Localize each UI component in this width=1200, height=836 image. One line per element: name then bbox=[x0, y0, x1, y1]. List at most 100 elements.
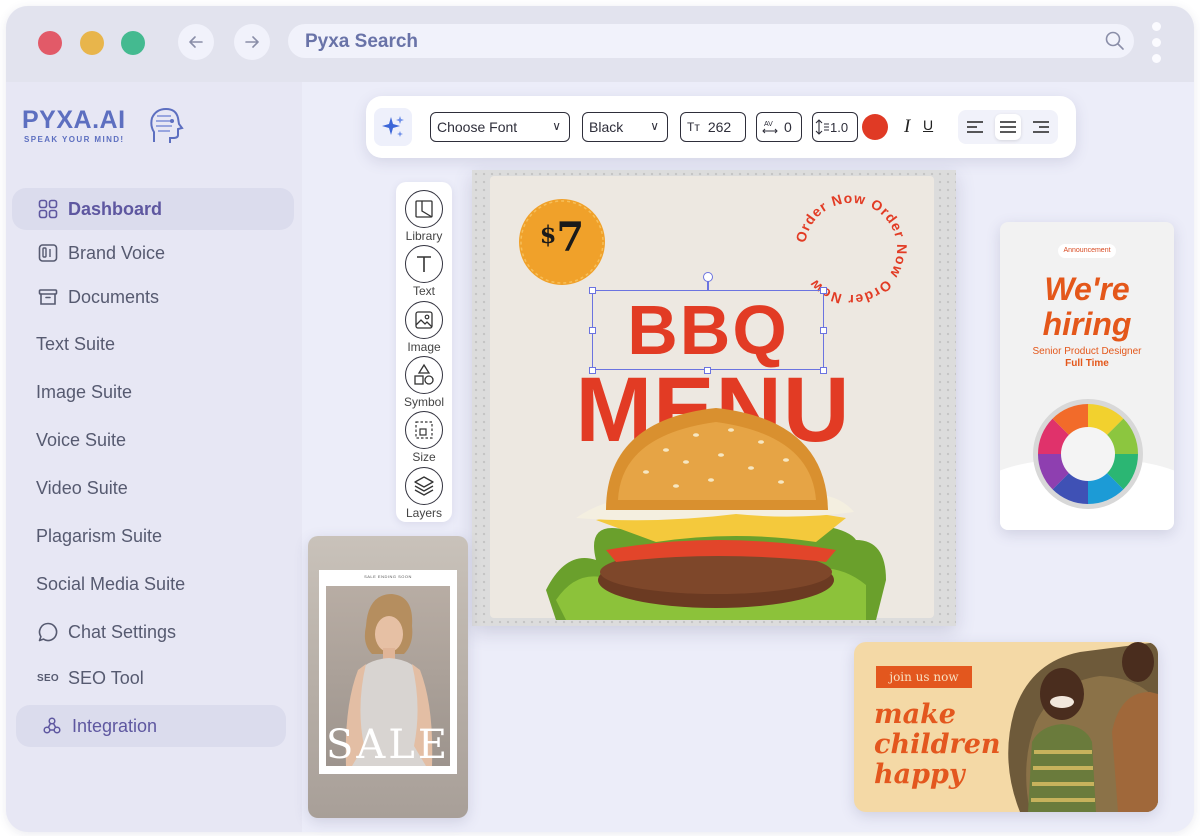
color-name-select[interactable]: Black ∨ bbox=[582, 112, 668, 142]
sidebar-item-integration[interactable]: Integration bbox=[16, 705, 286, 747]
sidebar-item-label: Image Suite bbox=[36, 381, 133, 402]
price-currency: $ bbox=[539, 220, 557, 249]
address-bar-text: Pyxa Search bbox=[305, 31, 419, 52]
back-button[interactable] bbox=[178, 24, 214, 60]
minimize-window-dot[interactable] bbox=[80, 31, 104, 55]
arrow-right-icon bbox=[245, 36, 259, 48]
text-size-field[interactable]: Tт 262 bbox=[680, 112, 746, 142]
forward-button[interactable] bbox=[234, 24, 270, 60]
tool-layers[interactable]: Layers bbox=[396, 465, 452, 521]
sidebar-item-label: Plagarism Suite bbox=[36, 525, 163, 546]
brand-voice-icon bbox=[36, 241, 60, 265]
price-value: 7 bbox=[556, 214, 585, 261]
line-height-value: 1.0 bbox=[830, 119, 849, 135]
template-card-hiring[interactable]: Announcement We're hiring Senior Product… bbox=[1000, 222, 1174, 530]
sidebar-item-image-suite[interactable]: Image Suite bbox=[12, 371, 294, 413]
sidebar-item-video-suite[interactable]: Video Suite bbox=[12, 467, 294, 509]
sidebar: PYXA.AI SPEAK YOUR MIND! Dashboard Brand… bbox=[6, 82, 302, 832]
sidebar-item-voice-suite[interactable]: Voice Suite bbox=[12, 419, 294, 461]
hiring-title-line2: hiring bbox=[1042, 306, 1132, 342]
close-window-dot[interactable] bbox=[38, 31, 62, 55]
align-right-button[interactable] bbox=[1028, 114, 1054, 140]
text-size-icon: Tт bbox=[687, 120, 700, 134]
align-center-button[interactable] bbox=[995, 114, 1021, 140]
tool-symbol[interactable]: Symbol bbox=[396, 354, 452, 410]
magic-sparkle-button[interactable] bbox=[374, 108, 412, 146]
search-icon[interactable] bbox=[1104, 30, 1126, 52]
tool-label: Symbol bbox=[403, 395, 444, 409]
sidebar-item-label: Chat Settings bbox=[68, 621, 177, 642]
burger-image[interactable] bbox=[536, 400, 896, 620]
tool-label: Text bbox=[412, 284, 435, 298]
chevron-down-icon: ∨ bbox=[650, 119, 659, 133]
letter-spacing-value: 0 bbox=[784, 119, 792, 135]
sidebar-item-brand-voice[interactable]: Brand Voice bbox=[12, 232, 294, 274]
maximize-window-dot[interactable] bbox=[121, 31, 145, 55]
resize-handle[interactable] bbox=[589, 327, 596, 334]
address-bar[interactable]: Pyxa Search bbox=[288, 24, 1134, 58]
join-line1: make bbox=[874, 699, 956, 730]
sidebar-item-chat-settings[interactable]: Chat Settings bbox=[12, 611, 294, 653]
resize-icon bbox=[415, 421, 433, 439]
chat-icon bbox=[36, 620, 60, 644]
arrow-left-icon bbox=[189, 36, 203, 48]
price-label[interactable]: $7 bbox=[518, 214, 606, 261]
color-wheel-image bbox=[1033, 399, 1143, 509]
sidebar-item-label: Integration bbox=[72, 715, 158, 736]
more-options-icon[interactable] bbox=[1152, 22, 1162, 66]
svg-text:AV: AV bbox=[764, 121, 773, 128]
sidebar-item-social-media-suite[interactable]: Social Media Suite bbox=[12, 563, 294, 605]
sparkle-icon bbox=[382, 116, 404, 137]
template-card-join-us[interactable]: join us now make children happy bbox=[854, 642, 1158, 812]
pyxa-logo[interactable]: PYXA.AI SPEAK YOUR MIND! bbox=[22, 106, 192, 152]
align-left-icon bbox=[967, 121, 983, 133]
integration-icon bbox=[40, 714, 64, 738]
sidebar-item-dashboard[interactable]: Dashboard bbox=[12, 188, 294, 230]
underline-button[interactable]: U bbox=[923, 117, 933, 133]
template-card-sale[interactable]: SALE ENDING SOON SALE bbox=[308, 536, 468, 818]
tool-label: Library bbox=[405, 229, 443, 243]
rotate-handle[interactable] bbox=[703, 272, 713, 282]
selection-box bbox=[592, 290, 824, 370]
hiring-title-line1: We're bbox=[1044, 271, 1130, 307]
tool-size[interactable]: Size bbox=[396, 409, 452, 465]
announcement-badge: Announcement bbox=[1058, 244, 1116, 258]
robot-head-icon bbox=[150, 107, 184, 143]
font-select[interactable]: Choose Font ∨ bbox=[430, 112, 570, 142]
sidebar-item-label: Text Suite bbox=[36, 333, 116, 354]
align-center-icon bbox=[1000, 121, 1016, 133]
sidebar-item-label: Voice Suite bbox=[36, 429, 127, 450]
archive-icon bbox=[36, 285, 60, 309]
join-us-tag: join us now bbox=[876, 666, 972, 688]
tool-image[interactable]: Image bbox=[396, 299, 452, 355]
italic-button[interactable]: I bbox=[904, 116, 910, 138]
resize-handle[interactable] bbox=[820, 327, 827, 334]
children-photo bbox=[1008, 642, 1158, 812]
sale-word: SALE bbox=[325, 722, 451, 768]
sidebar-item-label: SEO Tool bbox=[68, 667, 144, 688]
resize-handle[interactable] bbox=[820, 287, 827, 294]
line-height-icon bbox=[815, 119, 829, 135]
text-size-value: 262 bbox=[707, 119, 732, 135]
align-left-button[interactable] bbox=[962, 114, 988, 140]
seo-icon: SEO bbox=[36, 672, 60, 684]
text-color-swatch[interactable] bbox=[862, 114, 888, 140]
hiring-role: Senior Product Designer bbox=[1032, 346, 1142, 357]
tool-library[interactable]: Library bbox=[396, 188, 452, 244]
letter-spacing-icon: AV bbox=[762, 121, 778, 134]
sale-top-text: SALE ENDING SOON bbox=[364, 574, 412, 579]
logo-tagline: SPEAK YOUR MIND! bbox=[24, 135, 125, 144]
sidebar-item-documents[interactable]: Documents bbox=[12, 276, 294, 318]
tool-text[interactable]: Text bbox=[396, 243, 452, 299]
resize-handle[interactable] bbox=[589, 287, 596, 294]
sidebar-item-plagarism-suite[interactable]: Plagarism Suite bbox=[12, 515, 294, 557]
letter-spacing-field[interactable]: AV 0 bbox=[756, 112, 802, 142]
chevron-down-icon: ∨ bbox=[552, 119, 561, 133]
font-select-value: Choose Font bbox=[437, 119, 518, 135]
text-icon bbox=[417, 256, 431, 272]
sidebar-item-text-suite[interactable]: Text Suite bbox=[12, 323, 294, 365]
sidebar-item-label: Brand Voice bbox=[68, 242, 166, 263]
text-toolbar: Choose Font ∨ Black ∨ Tт 262 AV 0 1.0 I … bbox=[366, 96, 1076, 158]
line-height-field[interactable]: 1.0 bbox=[812, 112, 858, 142]
sidebar-item-seo-tool[interactable]: SEO SEO Tool bbox=[12, 657, 294, 699]
